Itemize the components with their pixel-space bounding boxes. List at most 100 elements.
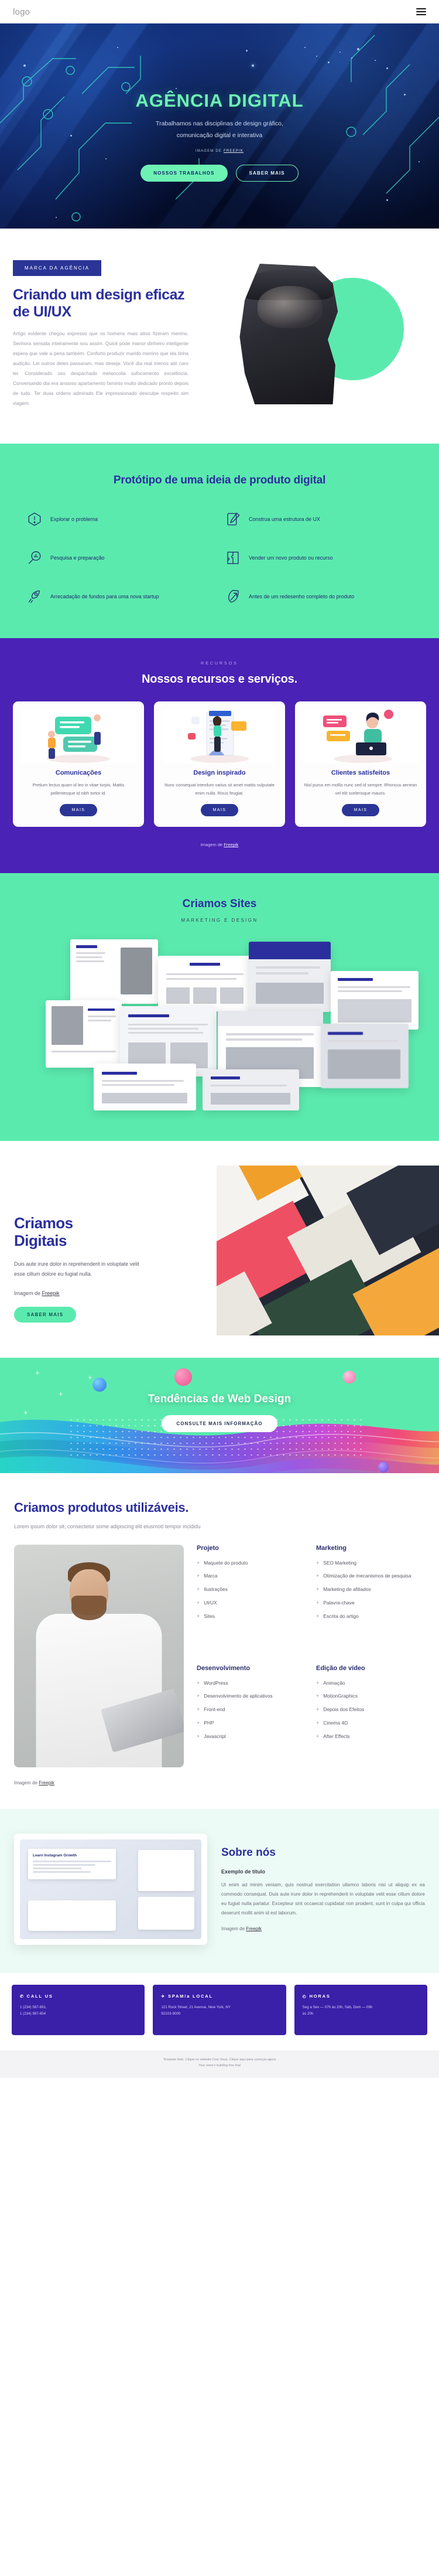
plus-icon: + (197, 1679, 200, 1686)
plus-icon: + (316, 1720, 320, 1726)
prototype-heading: Protótipo de uma ideia de produto digita… (113, 474, 326, 486)
agency-brand-badge: MARCA DA AGÊNCIA (13, 260, 102, 276)
plus-icon: + (197, 1693, 200, 1699)
plus-icon: + (197, 1613, 200, 1619)
pen-tablet-icon (225, 512, 241, 527)
digitais-paragraph: Duis aute irure dolor in reprehenderit i… (14, 1260, 139, 1277)
sobre-credit-link[interactable]: Freepik (246, 1926, 262, 1931)
screenshot-thumb[interactable] (331, 971, 419, 1030)
monitor-screen: Learn Instagram Growth (20, 1839, 201, 1939)
plus-decoration-icon: + (88, 1372, 92, 1382)
produtos-list-item[interactable]: + Desenvolvimento de aplicativos (197, 1693, 306, 1700)
clock-icon: ◴ (302, 1994, 307, 1999)
digitais-credit-link[interactable]: Freepik (42, 1290, 60, 1296)
plus-icon: + (197, 1573, 200, 1579)
produtos-list-item[interactable]: + Depois dos Efeitos (316, 1706, 425, 1713)
plus-icon: + (316, 1559, 320, 1566)
plus-icon: + (197, 1706, 200, 1713)
screenshot-thumb[interactable] (249, 942, 331, 1013)
prototype-item[interactable]: Construa uma estrutura de UX (225, 512, 412, 527)
sites-subheading: MARKETING E DESIGN (181, 918, 258, 924)
uiux-heading: Criando um design eficaz de UI/UX (13, 287, 185, 320)
produtos-list-item[interactable]: + Escrita do artigo (316, 1613, 425, 1620)
plus-icon: + (316, 1733, 320, 1739)
plus-icon: + (197, 1586, 200, 1593)
prototype-section: Protótipo de uma ideia de produto digita… (0, 444, 439, 638)
footer-box-line: Seg a Sex — 07h às 20h, Sáb, Dom — 09h (302, 2005, 373, 2009)
footer-box-line: às 20h (302, 2011, 314, 2016)
service-card[interactable]: Design inspirado Nunc consequat interdum… (154, 701, 285, 827)
prototype-item[interactable]: Explorar o problema (27, 512, 214, 527)
service-card-button[interactable]: MAIS (341, 804, 380, 817)
hamburger-menu-icon[interactable] (416, 8, 426, 16)
sites-heading: Criamos Sites (182, 898, 257, 911)
produtos-column-title: Desenvolvimento (197, 1664, 251, 1672)
digitais-heading: Criamos Digitais (14, 1215, 193, 1249)
produtos-list-item[interactable]: + Marketing de afiliados (316, 1586, 425, 1593)
hero-image-credit: IMAGEM DE FREEPIK (196, 149, 243, 153)
screen-course-card: Learn Instagram Growth (28, 1848, 116, 1879)
service-card-button[interactable]: MAIS (200, 804, 239, 817)
digitais-cta-button[interactable]: SABER MAIS (14, 1306, 77, 1323)
site-logo[interactable]: logo (13, 7, 30, 17)
footer-box-line: 121 Rock Street, 21 Avenue, New York, NY (161, 2005, 231, 2009)
prototype-item[interactable]: Antes de um redesenho completo do produt… (225, 589, 412, 604)
produtos-list-item[interactable]: + Maquete do produto (197, 1560, 306, 1567)
produtos-list-item[interactable]: + Otimização de mecanismos de pesquisa (316, 1573, 425, 1580)
produtos-column-list: + Maquete do produto + Marca + Ilustrações … (197, 1560, 306, 1620)
produtos-item-label: Front-end (204, 1706, 225, 1713)
footer-hours-box[interactable]: ◴ HORAS Seg a Sex — 07h às 20h, Sáb, Dom … (294, 1984, 427, 2035)
produtos-column-title: Marketing (316, 1544, 347, 1552)
services-credit-link[interactable]: Freepik (224, 842, 238, 847)
produtos-list-item[interactable]: + After Effects (316, 1733, 425, 1740)
produtos-item-label: Maquete do produto (204, 1559, 248, 1566)
footer-contact-box[interactable]: ✆ CALL US 1 (234) 567-891, 1 (234) 987-65… (12, 1984, 145, 2035)
service-card[interactable]: Clientes satisfeitos Nisl purus em molli… (295, 701, 426, 827)
prototype-item-label: Antes de um redesenho completo do produt… (249, 594, 355, 599)
screenshot-thumb[interactable] (203, 1069, 299, 1111)
produtos-list-item[interactable]: + Sites (197, 1613, 306, 1620)
plus-decoration-icon: + (35, 1368, 40, 1377)
prototype-item-label: Arrecadação de fundos para uma nova star… (50, 594, 159, 599)
screenshot-thumb[interactable] (158, 956, 252, 1012)
footer-box-line: 92103-9000 (161, 2011, 181, 2016)
sobre-heading: Sobre nós (221, 1846, 276, 1859)
service-card-button[interactable]: MAIS (59, 804, 98, 817)
produtos-list-item[interactable]: + UI/UX (197, 1600, 306, 1607)
service-card-text: Nisl purus em mollis nunc sed id sempre.… (304, 782, 417, 796)
prototype-item[interactable]: Vender um novo produto ou recurso (225, 550, 412, 565)
produtos-list-item[interactable]: + Javascript (197, 1733, 306, 1740)
service-card-text: Nunc consequat interdum varius sit amet … (164, 782, 275, 796)
footer-location-box[interactable]: ✈ SPAM/a LOCAL 121 Rock Street, 21 Avenue… (153, 1984, 286, 2035)
sobre-image-credit: Imagem de Freepik (221, 1926, 425, 1931)
hero-primary-button[interactable]: NOSSOS TRABALHOS (140, 164, 228, 182)
produtos-credit-link[interactable]: Freepik (39, 1780, 54, 1786)
hero-button-group: NOSSOS TRABALHOS SABER MAIS (140, 164, 299, 182)
screenshot-thumb[interactable] (321, 1024, 409, 1089)
copyright-bar: Template feito. Clique no website Criar … (0, 2050, 439, 2078)
hero-secondary-button[interactable]: SABER MAIS (235, 164, 299, 182)
produtos-list-item[interactable]: + Ilustrações (197, 1586, 306, 1593)
screenshot-thumb[interactable] (94, 1064, 196, 1111)
produtos-list-item[interactable]: + Palavra-chave (316, 1600, 425, 1607)
plus-icon: + (316, 1613, 320, 1619)
service-card[interactable]: Comunicações Pretium lectus quam id leo … (13, 701, 144, 827)
hero-credit-link[interactable]: FREEPIK (224, 149, 243, 153)
produtos-list-item[interactable]: + WordPress (197, 1680, 306, 1687)
produtos-list-item[interactable]: + Animação (316, 1680, 425, 1687)
wave-cta-button[interactable]: CONSULTE MAIS INFORMAÇÃO (161, 1415, 278, 1432)
footer-box-title: ◴ HORAS (303, 1994, 419, 1999)
produtos-list-item[interactable]: + SEO Marketing (316, 1560, 425, 1567)
produtos-list-item[interactable]: + Cinema 4D (316, 1720, 425, 1727)
prototype-item[interactable]: Pesquisa e preparação (27, 550, 214, 565)
services-section: RECURSOS Nossos recursos e serviços. Com… (0, 638, 439, 874)
hero-subtitle: Trabalhamos nas disciplinas de design gr… (156, 118, 283, 141)
plus-icon: + (197, 1720, 200, 1726)
produtos-list-item[interactable]: + PHP (197, 1720, 306, 1727)
produtos-list-item[interactable]: + Marca (197, 1573, 306, 1580)
produtos-list-item[interactable]: + MotionGraphics (316, 1693, 425, 1700)
prototype-item[interactable]: Arrecadação de fundos para uma nova star… (27, 589, 214, 604)
produtos-list-item[interactable]: + Front-end (197, 1706, 306, 1713)
screenshot-thumb[interactable] (70, 939, 158, 1004)
screenshot-thumb[interactable] (46, 1000, 122, 1068)
